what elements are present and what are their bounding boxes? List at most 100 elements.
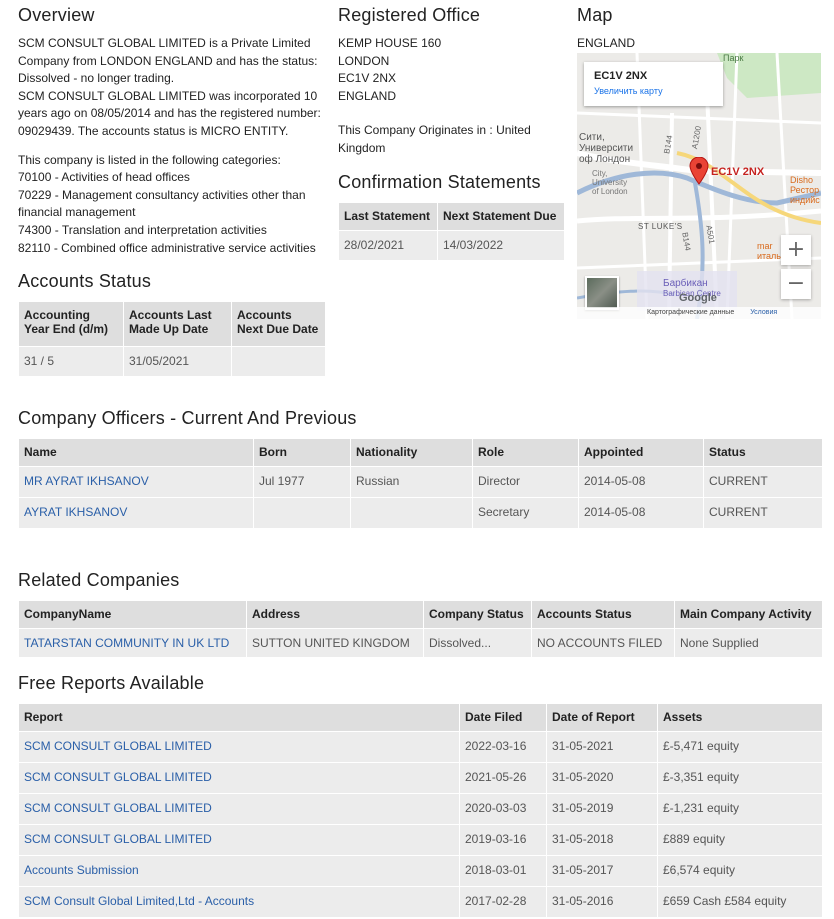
registered-office-heading: Registered Office xyxy=(338,5,481,25)
table-cell: 31-05-2021 xyxy=(546,731,658,763)
map-info-card: EC1V 2NX Увеличить карту xyxy=(584,62,723,106)
table-row: SCM CONSULT GLOBAL LIMITED 2021-05-26 31… xyxy=(18,762,823,794)
reports-heading: Free Reports Available xyxy=(18,673,205,693)
table-cell: Jul 1977 xyxy=(253,466,351,498)
map-label-park: Парк xyxy=(723,53,744,63)
overview-line: SCM CONSULT GLOBAL LIMITED is a Private … xyxy=(18,36,311,50)
pin-label: EC1V 2NX xyxy=(711,166,765,178)
overview-heading: Overview xyxy=(18,5,95,25)
column-header: CompanyName xyxy=(18,600,247,629)
zoom-out-button[interactable]: − xyxy=(781,269,811,299)
table-cell: 28/02/2021 xyxy=(338,230,438,261)
origin-line: Kingdom xyxy=(338,140,386,155)
column-header: Accounts Last Made Up Date xyxy=(123,301,232,347)
confirmation-heading: Confirmation Statements xyxy=(338,172,541,192)
table-cell: 31-05-2020 xyxy=(546,762,658,794)
table-cell: 2014-05-08 xyxy=(578,466,704,498)
categories-intro: This company is listed in the following … xyxy=(18,152,281,167)
map-data-credit: Картографические данные xyxy=(647,309,735,316)
overview-text: SCM CONSULT GLOBAL LIMITED is a Private … xyxy=(18,35,328,257)
address-line: KEMP HOUSE 160 xyxy=(338,36,442,50)
table-cell: CURRENT xyxy=(703,466,823,498)
column-header: Accounts Next Due Date xyxy=(231,301,326,347)
table-cell: 31/05/2021 xyxy=(123,346,232,377)
table-cell: 2020-03-03 xyxy=(459,793,547,825)
column-header: Status xyxy=(703,438,823,467)
category-item: 82110 - Combined office administrative s… xyxy=(18,240,316,255)
map-widget[interactable]: Сити, Университи оф Лондон City, Univers… xyxy=(577,53,821,319)
column-header: Last Statement xyxy=(338,202,438,231)
overview-line: 09029439. The accounts status is MICRO E… xyxy=(18,123,289,138)
column-header: Accounts Status xyxy=(531,600,675,629)
zoom-in-button[interactable]: + xyxy=(781,235,811,265)
reports-table: Report Date Filed Date of Report Assets … xyxy=(18,703,823,918)
location-pin-icon xyxy=(689,157,709,185)
map-label-stlukes: ST LUKE'S xyxy=(638,222,683,231)
report-link[interactable]: SCM CONSULT GLOBAL LIMITED xyxy=(24,832,212,846)
table-cell: 2018-03-01 xyxy=(459,855,547,887)
map-label-uni-en: City, University of London xyxy=(592,169,628,196)
report-link[interactable]: SCM CONSULT GLOBAL LIMITED xyxy=(24,801,212,815)
satellite-toggle-button[interactable] xyxy=(585,276,619,310)
column-header: Appointed xyxy=(578,438,704,467)
registered-address: KEMP HOUSE 160 LONDON EC1V 2NX ENGLAND T… xyxy=(338,35,568,158)
table-row: TATARSTAN COMMUNITY IN UK LTD SUTTON UNI… xyxy=(18,628,823,658)
table-cell: 31-05-2017 xyxy=(546,855,658,887)
table-cell: £-5,471 equity xyxy=(657,731,823,763)
column-header: Role xyxy=(472,438,579,467)
table-cell: 2019-03-16 xyxy=(459,824,547,856)
column-header: Accounting Year End (d/m) xyxy=(18,301,124,347)
related-company-link[interactable]: TATARSTAN COMMUNITY IN UK LTD xyxy=(24,636,229,650)
report-link[interactable]: SCM CONSULT GLOBAL LIMITED xyxy=(24,770,212,784)
accounts-status-table: Accounting Year End (d/m) Accounts Last … xyxy=(18,301,326,377)
table-cell: Dissolved... xyxy=(423,628,532,658)
table-cell xyxy=(253,497,351,529)
map-label-barbican: Барбикан xyxy=(663,278,708,289)
column-header: Main Company Activity xyxy=(674,600,823,629)
map-label-uni: Сити, Университи оф Лондон xyxy=(579,132,634,165)
table-cell: £889 equity xyxy=(657,824,823,856)
table-row: SCM CONSULT GLOBAL LIMITED 2022-03-16 31… xyxy=(18,731,823,763)
category-item: 70100 - Activities of head offices xyxy=(18,170,190,185)
related-table: CompanyName Address Company Status Accou… xyxy=(18,600,823,658)
google-logo: Google xyxy=(679,292,717,304)
table-row: Accounts Submission 2018-03-01 31-05-201… xyxy=(18,855,823,887)
column-header: Date Filed xyxy=(459,703,547,732)
table-cell: £6,574 equity xyxy=(657,855,823,887)
column-header: Next Statement Due xyxy=(437,202,565,231)
enlarge-map-link[interactable]: Увеличить карту xyxy=(594,86,713,96)
report-link[interactable]: SCM CONSULT GLOBAL LIMITED xyxy=(24,739,212,753)
table-cell: Secretary xyxy=(472,497,579,529)
table-row: AYRAT IKHSANOV Secretary 2014-05-08 CURR… xyxy=(18,497,823,529)
table-cell: SUTTON UNITED KINGDOM xyxy=(246,628,424,658)
table-cell: 31 / 5 xyxy=(18,346,124,377)
overview-line: SCM CONSULT GLOBAL LIMITED was incorpora… xyxy=(18,88,318,103)
table-cell: Russian xyxy=(350,466,473,498)
column-header: Assets xyxy=(657,703,823,732)
column-header: Address xyxy=(246,600,424,629)
address-line: ENGLAND xyxy=(338,88,397,103)
column-header: Born xyxy=(253,438,351,467)
report-link[interactable]: Accounts Submission xyxy=(24,863,139,877)
officer-name-link[interactable]: AYRAT IKHSANOV xyxy=(24,505,127,519)
table-cell: 2014-05-08 xyxy=(578,497,704,529)
address-line: EC1V 2NX xyxy=(338,71,397,86)
address-line: LONDON xyxy=(338,53,390,68)
category-item: financial management xyxy=(18,205,136,220)
table-cell: £659 Cash £584 equity xyxy=(657,886,823,918)
map-terms-link[interactable]: Условия xyxy=(750,309,777,316)
officer-name-link[interactable]: MR AYRAT IKHSANOV xyxy=(24,474,149,488)
table-cell: 31-05-2016 xyxy=(546,886,658,918)
table-cell: 2022-03-16 xyxy=(459,731,547,763)
map-footer: Картографические данные Условия xyxy=(577,307,821,319)
overview-line: years ago on 08/05/2014 and has the regi… xyxy=(18,106,321,121)
map-country: ENGLAND xyxy=(577,36,636,50)
officers-table: Name Born Nationality Role Appointed Sta… xyxy=(18,438,823,529)
table-row: SCM CONSULT GLOBAL LIMITED 2020-03-03 31… xyxy=(18,793,823,825)
column-header: Report xyxy=(18,703,460,732)
table-cell: NO ACCOUNTS FILED xyxy=(531,628,675,658)
category-item: 70229 - Management consultancy activitie… xyxy=(18,187,306,202)
overview-line: Dissolved - no longer trading. xyxy=(18,71,175,86)
report-link[interactable]: SCM Consult Global Limited,Ltd - Account… xyxy=(24,894,254,908)
table-cell: 14/03/2022 xyxy=(437,230,565,261)
